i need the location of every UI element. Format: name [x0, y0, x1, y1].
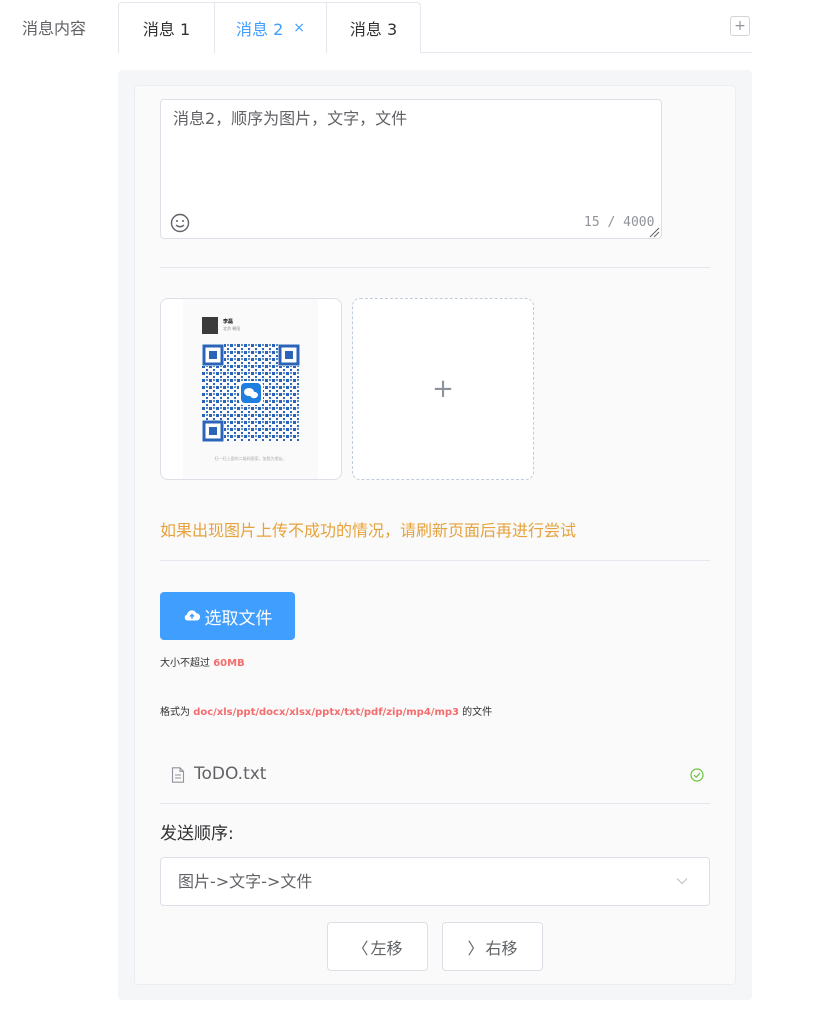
document-icon: [171, 767, 185, 783]
format-hint: 格式为 doc/xls/ppt/docx/xlsx/pptx/txt/pdf/z…: [160, 707, 493, 718]
chevron-down-icon[interactable]: [676, 876, 688, 886]
send-order-label: 发送顺序:: [160, 824, 234, 844]
message-text: 消息2，顺序为图片，文字，文件: [173, 109, 408, 128]
tab-label: 消息 2: [235, 20, 284, 39]
move-left-button[interactable]: 〈 左移: [327, 922, 428, 971]
qr-code-icon: [202, 344, 300, 442]
qr-name: 李磊: [223, 319, 234, 325]
qr-caption: 扫一扫上面的二维码图案，加我为朋友。: [214, 456, 287, 461]
tab-message-3[interactable]: 消息 3: [326, 3, 420, 53]
divider: [160, 267, 710, 268]
check-circle-icon: [690, 768, 704, 782]
divider: [160, 560, 710, 561]
divider: [160, 803, 710, 804]
format-list: doc/xls/ppt/docx/xlsx/pptx/txt/pdf/zip/m…: [193, 707, 459, 718]
qr-subtitle: 北京 朝阳: [223, 326, 241, 331]
plus-icon: +: [432, 374, 454, 404]
word-count: 15 / 4000: [584, 215, 655, 230]
move-right-label: 右移: [485, 938, 518, 958]
tab-message-2[interactable]: 消息 2 ×: [214, 3, 326, 54]
add-tab-button[interactable]: +: [730, 16, 750, 36]
file-name: ToDO.txt: [194, 764, 267, 784]
image-upload-button[interactable]: +: [352, 298, 534, 480]
tab-message-1[interactable]: 消息 1: [119, 3, 214, 53]
emoji-icon[interactable]: [170, 213, 190, 233]
upload-warning: 如果出现图片上传不成功的情况，请刷新页面后再进行尝试: [160, 521, 577, 540]
tab-label: 消息 1: [142, 20, 191, 39]
size-limit: 60MB: [213, 658, 245, 669]
select-file-button[interactable]: 选取文件: [160, 592, 295, 640]
send-order-value: 图片->文字->文件: [178, 872, 313, 891]
chevron-left-icon: 〈: [352, 938, 369, 958]
close-icon[interactable]: ×: [293, 20, 305, 36]
resize-handle-icon[interactable]: [648, 226, 660, 238]
message-tabs: 消息 1 消息 2 × 消息 3: [118, 2, 421, 54]
qr-code-image: 李磊 北京 朝阳 扫一扫上面的二维码图案，加我为朋友。: [183, 299, 318, 479]
tab-label: 消息 3: [349, 20, 398, 39]
chevron-right-icon: 〉: [467, 938, 484, 958]
size-hint: 大小不超过 60MB: [160, 658, 245, 669]
move-left-label: 左移: [370, 938, 403, 958]
cloud-upload-icon: [184, 610, 200, 621]
form-label-message-content: 消息内容: [22, 19, 87, 38]
select-file-label: 选取文件: [204, 608, 273, 629]
avatar: [202, 317, 218, 334]
move-right-button[interactable]: 〉 右移: [442, 922, 543, 971]
